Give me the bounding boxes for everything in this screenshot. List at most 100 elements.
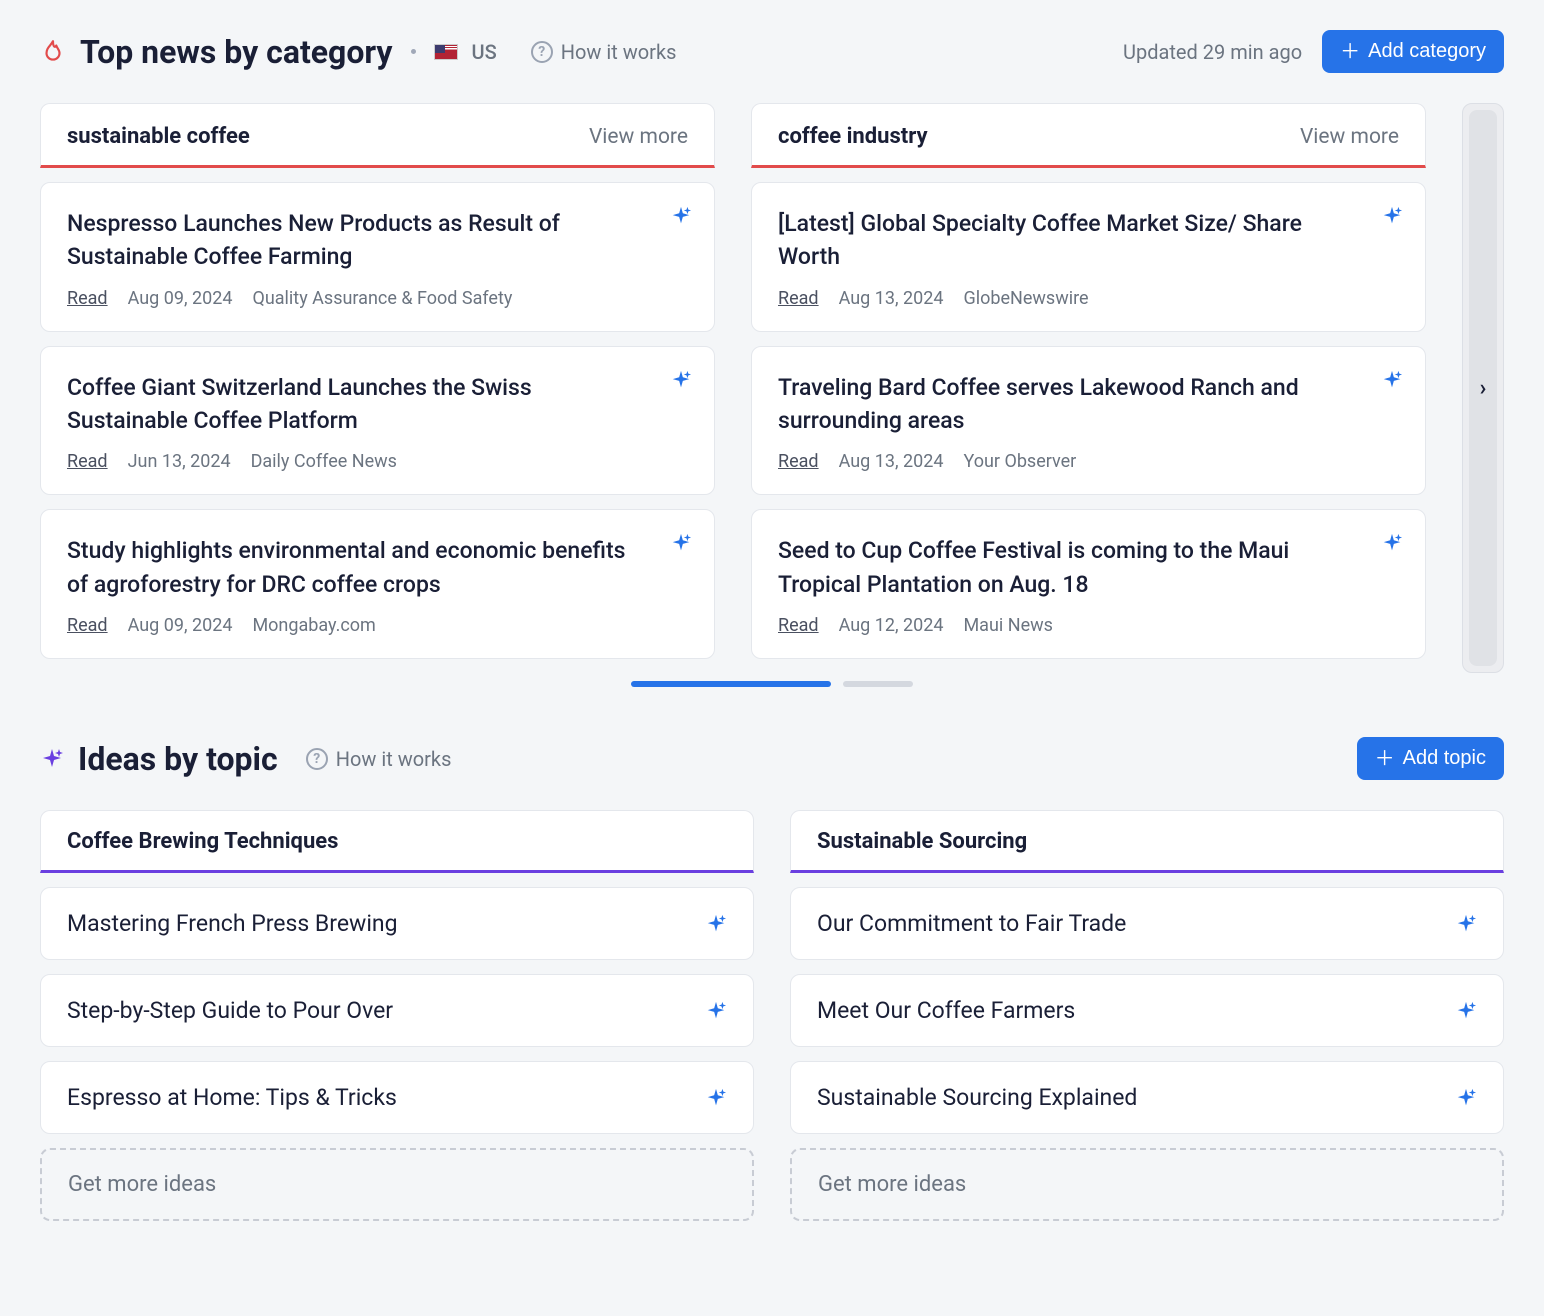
pager-dot-active[interactable]	[631, 681, 831, 687]
article-date: Jun 13, 2024	[128, 451, 231, 472]
topic-name: Coffee Brewing Techniques	[67, 829, 338, 854]
separator-dot	[411, 49, 416, 54]
chevron-right-icon: ›	[1480, 376, 1487, 401]
sparkle-icon[interactable]	[670, 532, 692, 554]
idea-card[interactable]: Espresso at Home: Tips & Tricks	[40, 1061, 754, 1134]
idea-title: Sustainable Sourcing Explained	[817, 1084, 1137, 1111]
read-link[interactable]: Read	[67, 615, 108, 636]
article-meta: Read Jun 13, 2024 Daily Coffee News	[67, 451, 688, 472]
article-source: GlobeNewswire	[963, 288, 1088, 309]
view-more-link[interactable]: View more	[589, 125, 688, 149]
how-it-works-label: How it works	[336, 747, 452, 771]
how-it-works-news[interactable]: ? How it works	[531, 40, 677, 64]
sparkle-icon	[40, 747, 64, 771]
fire-icon	[40, 39, 66, 65]
category-header: sustainable coffee View more	[40, 103, 715, 168]
pager-dot[interactable]	[843, 681, 913, 687]
idea-title: Meet Our Coffee Farmers	[817, 997, 1075, 1024]
idea-card[interactable]: Meet Our Coffee Farmers	[790, 974, 1504, 1047]
how-it-works-label: How it works	[561, 40, 677, 64]
sparkle-icon[interactable]	[705, 913, 727, 935]
read-link[interactable]: Read	[67, 451, 108, 472]
article-meta: Read Aug 09, 2024 Quality Assurance & Fo…	[67, 288, 688, 309]
article-source: Mongabay.com	[252, 615, 375, 636]
ideas-title: Ideas by topic	[78, 740, 278, 778]
read-link[interactable]: Read	[778, 615, 819, 636]
get-more-ideas-button[interactable]: Get more ideas	[790, 1148, 1504, 1221]
read-link[interactable]: Read	[778, 451, 819, 472]
news-carousel: sustainable coffee View more Nespresso L…	[40, 103, 1504, 673]
sparkle-icon[interactable]	[705, 1087, 727, 1109]
sparkle-icon[interactable]	[1455, 1000, 1477, 1022]
news-column: coffee industry View more [Latest] Globa…	[751, 103, 1426, 673]
topic-header: Sustainable Sourcing	[790, 810, 1504, 873]
how-it-works-ideas[interactable]: ? How it works	[306, 747, 452, 771]
article-date: Aug 12, 2024	[839, 615, 944, 636]
article-source: Maui News	[963, 615, 1052, 636]
get-more-ideas-button[interactable]: Get more ideas	[40, 1148, 754, 1221]
sparkle-icon[interactable]	[1455, 913, 1477, 935]
idea-card[interactable]: Mastering French Press Brewing	[40, 887, 754, 960]
news-card[interactable]: Nespresso Launches New Products as Resul…	[40, 182, 715, 332]
news-card[interactable]: Seed to Cup Coffee Festival is coming to…	[751, 509, 1426, 659]
idea-title: Our Commitment to Fair Trade	[817, 910, 1126, 937]
sparkle-icon[interactable]	[1381, 369, 1403, 391]
view-more-link[interactable]: View more	[1300, 125, 1399, 149]
article-date: Aug 13, 2024	[839, 288, 944, 309]
article-title: Coffee Giant Switzerland Launches the Sw…	[67, 371, 688, 438]
article-meta: Read Aug 12, 2024 Maui News	[778, 615, 1399, 636]
article-source: Quality Assurance & Food Safety	[252, 288, 512, 309]
article-title: Traveling Bard Coffee serves Lakewood Ra…	[778, 371, 1399, 438]
article-title: [Latest] Global Specialty Coffee Market …	[778, 207, 1399, 274]
news-header: Top news by category US ? How it works U…	[40, 30, 1504, 73]
news-card[interactable]: [Latest] Global Specialty Coffee Market …	[751, 182, 1426, 332]
carousel-pager	[40, 681, 1504, 687]
carousel-next-button[interactable]: ›	[1462, 103, 1504, 673]
sparkle-icon[interactable]	[705, 1000, 727, 1022]
news-card[interactable]: Traveling Bard Coffee serves Lakewood Ra…	[751, 346, 1426, 496]
help-icon: ?	[531, 41, 553, 63]
idea-card[interactable]: Our Commitment to Fair Trade	[790, 887, 1504, 960]
topic-column: Sustainable Sourcing Our Commitment to F…	[790, 810, 1504, 1221]
add-topic-button[interactable]: ＋ Add topic	[1357, 737, 1504, 780]
sparkle-icon[interactable]	[1381, 532, 1403, 554]
updated-timestamp: Updated 29 min ago	[1123, 40, 1302, 64]
add-category-button[interactable]: ＋ Add category	[1322, 30, 1504, 73]
article-meta: Read Aug 13, 2024 Your Observer	[778, 451, 1399, 472]
topic-header: Coffee Brewing Techniques	[40, 810, 754, 873]
news-card[interactable]: Coffee Giant Switzerland Launches the Sw…	[40, 346, 715, 496]
sparkle-icon[interactable]	[670, 369, 692, 391]
article-source: Your Observer	[963, 451, 1076, 472]
news-title: Top news by category	[80, 33, 393, 71]
ideas-row: Coffee Brewing Techniques Mastering Fren…	[40, 810, 1504, 1221]
topic-column: Coffee Brewing Techniques Mastering Fren…	[40, 810, 754, 1221]
article-title: Study highlights environmental and econo…	[67, 534, 688, 601]
sparkle-icon[interactable]	[670, 205, 692, 227]
news-card[interactable]: Study highlights environmental and econo…	[40, 509, 715, 659]
category-name: sustainable coffee	[67, 124, 250, 149]
plus-icon: ＋	[1340, 42, 1360, 62]
help-icon: ?	[306, 748, 328, 770]
article-title: Nespresso Launches New Products as Resul…	[67, 207, 688, 274]
topic-name: Sustainable Sourcing	[817, 829, 1027, 854]
article-source: Daily Coffee News	[251, 451, 397, 472]
idea-title: Mastering French Press Brewing	[67, 910, 398, 937]
category-name: coffee industry	[778, 124, 928, 149]
read-link[interactable]: Read	[778, 288, 819, 309]
idea-card[interactable]: Step-by-Step Guide to Pour Over	[40, 974, 754, 1047]
article-date: Aug 09, 2024	[128, 615, 233, 636]
read-link[interactable]: Read	[67, 288, 108, 309]
plus-icon: ＋	[1375, 749, 1395, 769]
add-category-label: Add category	[1368, 40, 1486, 63]
article-date: Aug 13, 2024	[839, 451, 944, 472]
idea-title: Step-by-Step Guide to Pour Over	[67, 997, 393, 1024]
sparkle-icon[interactable]	[1381, 205, 1403, 227]
article-meta: Read Aug 13, 2024 GlobeNewswire	[778, 288, 1399, 309]
idea-title: Espresso at Home: Tips & Tricks	[67, 1084, 397, 1111]
us-flag-icon	[434, 44, 458, 60]
ideas-header: Ideas by topic ? How it works ＋ Add topi…	[40, 737, 1504, 780]
news-column: sustainable coffee View more Nespresso L…	[40, 103, 715, 673]
region-label: US	[472, 40, 497, 64]
sparkle-icon[interactable]	[1455, 1087, 1477, 1109]
idea-card[interactable]: Sustainable Sourcing Explained	[790, 1061, 1504, 1134]
